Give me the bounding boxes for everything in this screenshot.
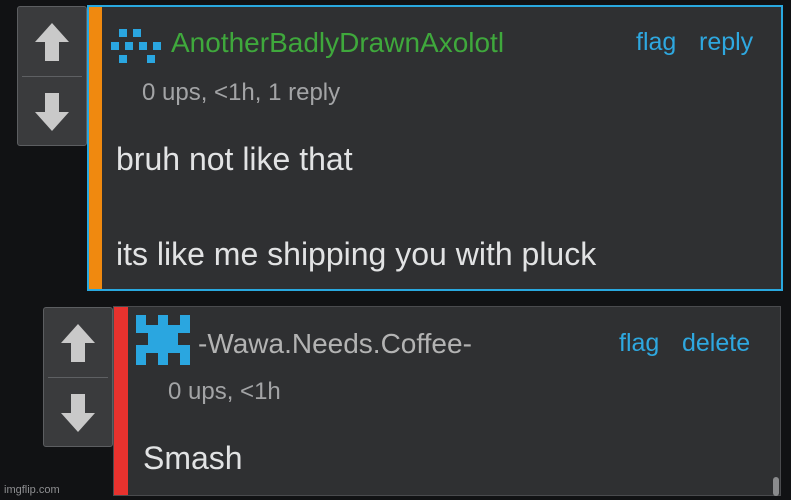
comment-text-line-1: bruh not like that [116, 141, 353, 177]
arrow-down-icon [35, 93, 69, 131]
comment-bar-red [114, 307, 128, 495]
arrow-up-icon [61, 324, 95, 362]
watermark: imgflip.com [4, 484, 60, 496]
comment-bar-orange [89, 7, 102, 289]
arrow-up-icon [35, 23, 69, 61]
pixel-face-avatar [111, 29, 161, 63]
downvote-button-1[interactable] [18, 77, 86, 147]
upvote-button-1[interactable] [18, 7, 86, 77]
scrollbar[interactable] [773, 477, 779, 496]
vote-box-2 [43, 307, 113, 447]
vote-box-1 [17, 6, 87, 146]
downvote-button-2[interactable] [44, 378, 112, 448]
comment-text-line-1: Smash [143, 440, 243, 476]
delete-link[interactable]: delete [682, 329, 750, 358]
comment-text-line-2: its like me shipping you with pluck [116, 236, 597, 272]
username-link[interactable]: -Wawa.Needs.Coffee- [198, 328, 472, 360]
flag-link[interactable]: flag [636, 28, 676, 57]
flag-link[interactable]: flag [619, 329, 659, 358]
arrow-down-icon [61, 394, 95, 432]
username-link[interactable]: AnotherBadlyDrawnAxolotl [171, 27, 504, 59]
comment-1: AnotherBadlyDrawnAxolotl flag reply 0 up… [87, 5, 783, 291]
pixel-castle-avatar [136, 315, 190, 365]
comment-meta: 0 ups, <1h [168, 378, 281, 405]
comment-2: -Wawa.Needs.Coffee- flag delete 0 ups, <… [113, 306, 781, 496]
upvote-button-2[interactable] [44, 308, 112, 378]
comment-meta: 0 ups, <1h, 1 reply [142, 79, 341, 106]
reply-link[interactable]: reply [699, 28, 753, 57]
